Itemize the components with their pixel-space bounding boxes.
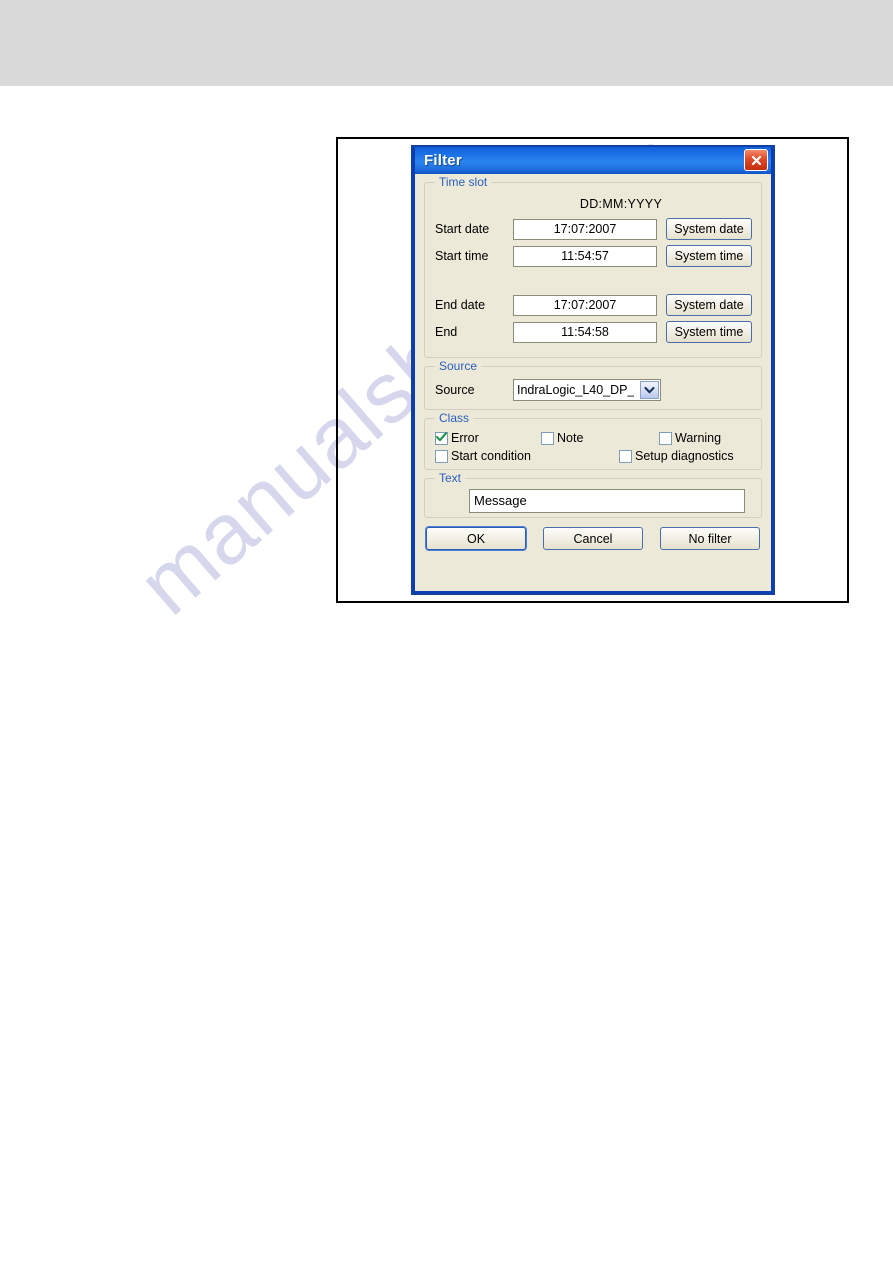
group-legend-time-slot: Time slot [435, 175, 492, 189]
start-date-input[interactable]: 17:07:2007 [513, 218, 657, 240]
group-text: Text Message [424, 471, 762, 518]
group-legend-class: Class [435, 411, 474, 425]
dialog-footer: OK Cancel No filter [424, 527, 762, 550]
checkbox-start-condition[interactable]: Start condition [435, 449, 619, 463]
row-end-date: End date 17:07:2007 System date [435, 294, 752, 316]
row-end-time: End 11:54:58 System time [435, 321, 752, 343]
end-date-input[interactable]: 17:07:2007 [513, 294, 657, 316]
checkbox-warning-box[interactable] [659, 431, 672, 445]
page-header-band [0, 0, 893, 86]
close-button[interactable] [744, 149, 768, 171]
label-end-time: End [435, 325, 458, 339]
footer-spacer-1 [526, 527, 543, 550]
label-end-date: End date [435, 298, 486, 312]
row-spacer [435, 272, 751, 294]
checkbox-setup-diagnostics-label: Setup diagnostics [635, 449, 734, 463]
checkbox-start-condition-box[interactable] [435, 449, 448, 463]
group-legend-source: Source [435, 359, 482, 373]
group-class: Class Error Note Warning Start condition… [424, 411, 762, 470]
filter-dialog: Filter Time slot DD:MM:YYYY Start date 1… [412, 146, 774, 594]
row-start-time: Start time 11:54:57 System time [435, 245, 752, 267]
start-time-input[interactable]: 11:54:57 [513, 245, 657, 267]
checkbox-error-box[interactable] [435, 429, 448, 447]
message-text-input[interactable]: Message [469, 489, 745, 513]
system-time-button-start[interactable]: System time [666, 245, 752, 267]
checkbox-note-label: Note [557, 431, 584, 445]
footer-spacer-2 [643, 527, 660, 550]
label-start-date: Start date [435, 222, 490, 236]
label-source: Source [435, 383, 475, 397]
group-source: Source Source IndraLogic_L40_DP_ [424, 359, 762, 410]
checkbox-setup-diagnostics-box[interactable] [619, 449, 632, 463]
class-row-2: Start condition Setup diagnostics [435, 449, 751, 463]
source-dropdown-value: IndraLogic_L40_DP_ [517, 383, 635, 397]
chevron-down-icon[interactable] [640, 381, 659, 399]
checkbox-error-label: Error [451, 431, 479, 445]
checkbox-warning-label: Warning [675, 431, 722, 445]
row-source: Source IndraLogic_L40_DP_ [435, 379, 751, 401]
ok-button[interactable]: OK [426, 527, 526, 550]
dialog-body: Time slot DD:MM:YYYY Start date 17:07:20… [415, 174, 771, 591]
no-filter-button[interactable]: No filter [660, 527, 760, 550]
check-icon [436, 429, 447, 447]
group-legend-text: Text [435, 471, 466, 485]
date-format-hint: DD:MM:YYYY [579, 197, 663, 211]
checkbox-note[interactable]: Note [541, 431, 659, 445]
dialog-title: Filter [424, 152, 462, 169]
checkbox-setup-diagnostics[interactable]: Setup diagnostics [619, 449, 734, 463]
class-row-1: Error Note Warning [435, 431, 751, 445]
label-start-time: Start time [435, 249, 489, 263]
end-time-input[interactable]: 11:54:58 [513, 321, 657, 343]
system-time-button-end[interactable]: System time [666, 321, 752, 343]
source-dropdown[interactable]: IndraLogic_L40_DP_ [513, 379, 661, 401]
dialog-titlebar[interactable]: Filter [415, 146, 771, 174]
checkbox-note-box[interactable] [541, 431, 554, 445]
checkbox-start-condition-label: Start condition [451, 449, 531, 463]
cancel-button[interactable]: Cancel [543, 527, 643, 550]
row-start-date: Start date 17:07:2007 System date [435, 218, 752, 240]
group-time-slot: Time slot DD:MM:YYYY Start date 17:07:20… [424, 175, 762, 358]
checkbox-warning[interactable]: Warning [659, 431, 721, 445]
system-date-button-start[interactable]: System date [666, 218, 752, 240]
close-icon [750, 154, 763, 167]
checkbox-error[interactable]: Error [435, 431, 541, 445]
system-date-button-end[interactable]: System date [666, 294, 752, 316]
